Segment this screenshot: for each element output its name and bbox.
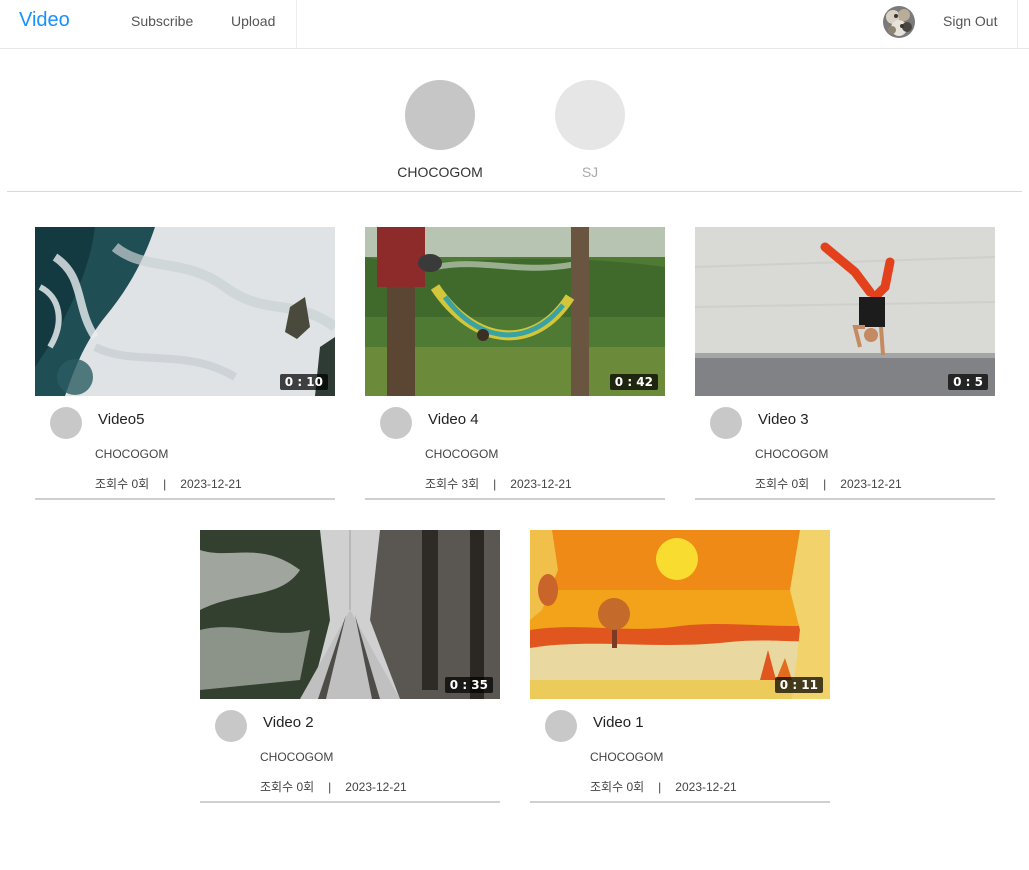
channel-avatar[interactable] xyxy=(50,407,82,439)
stats-separator: | xyxy=(493,477,497,491)
video-stats: 조회수 0회 | 2023-12-21 xyxy=(590,778,737,795)
channel-avatar[interactable] xyxy=(215,710,247,742)
video-title[interactable]: Video 3 xyxy=(758,411,809,428)
video-thumbnail[interactable]: 0 : 10 xyxy=(35,227,335,396)
autumn-sun-thumbnail xyxy=(530,530,830,699)
nav-divider xyxy=(296,0,297,48)
video-title[interactable]: Video5 xyxy=(98,411,144,428)
channel-avatar xyxy=(405,80,475,150)
video-channel: CHOCOGOM xyxy=(95,447,169,461)
channel-chocogom[interactable]: CHOCOGOM xyxy=(390,80,490,180)
upload-date: 2023-12-21 xyxy=(180,477,242,491)
stats-separator: | xyxy=(163,477,167,491)
sign-out-link[interactable]: Sign Out xyxy=(943,13,997,29)
stats-separator: | xyxy=(328,780,332,794)
channel-avatar[interactable] xyxy=(545,710,577,742)
video-card: 0 : 10 Video5 CHOCOGOM 조회수 0회 | 2023-12-21 xyxy=(35,227,335,500)
video-thumbnail[interactable]: 0 : 11 xyxy=(530,530,830,699)
video-title[interactable]: Video 4 xyxy=(428,411,479,428)
video-duration: 0 : 5 xyxy=(948,374,988,390)
video-stats: 조회수 0회 | 2023-12-21 xyxy=(260,778,407,795)
video-stats: 조회수 0회 | 2023-12-21 xyxy=(755,475,902,492)
section-divider xyxy=(7,191,1022,192)
top-navbar: Video Subscribe Upload Sign Out xyxy=(0,0,1029,49)
video-card: 0 : 42 Video 4 CHOCOGOM 조회수 3회 | 2023-12-2… xyxy=(365,227,665,500)
video-thumbnail[interactable]: 0 : 5 xyxy=(695,227,995,396)
view-count: 조회수 3회 xyxy=(425,477,480,491)
channel-name: CHOCOGOM xyxy=(397,164,483,180)
logo-link[interactable]: Video xyxy=(19,9,70,32)
stats-separator: | xyxy=(823,477,827,491)
video-channel: CHOCOGOM xyxy=(425,447,499,461)
channel-name: SJ xyxy=(581,164,599,180)
hammock-thumbnail xyxy=(365,227,665,396)
view-count: 조회수 0회 xyxy=(260,780,315,794)
video-thumbnail[interactable]: 0 : 42 xyxy=(365,227,665,396)
view-count: 조회수 0회 xyxy=(95,477,150,491)
snowy-road-thumbnail xyxy=(200,530,500,699)
video-title[interactable]: Video 1 xyxy=(593,714,644,731)
view-count: 조회수 0회 xyxy=(755,477,810,491)
channel-avatar[interactable] xyxy=(710,407,742,439)
nav-subscribe[interactable]: Subscribe xyxy=(131,13,193,29)
channel-avatar xyxy=(555,80,625,150)
video-thumbnail[interactable]: 0 : 35 xyxy=(200,530,500,699)
view-count: 조회수 0회 xyxy=(590,780,645,794)
video-card: 0 : 35 Video 2 CHOCOGOM 조회수 0회 | 2023-12-2… xyxy=(200,530,500,803)
video-duration: 0 : 42 xyxy=(609,374,658,390)
upload-date: 2023-12-21 xyxy=(345,780,407,794)
video-duration: 0 : 10 xyxy=(279,374,328,390)
video-channel: CHOCOGOM xyxy=(755,447,829,461)
video-channel: CHOCOGOM xyxy=(590,750,664,764)
video-card: 0 : 11 Video 1 CHOCOGOM 조회수 0회 | 2023-12-2… xyxy=(530,530,830,803)
video-duration: 0 : 11 xyxy=(774,677,823,693)
upload-date: 2023-12-21 xyxy=(675,780,737,794)
video-title[interactable]: Video 2 xyxy=(263,714,314,731)
video-card: 0 : 5 Video 3 CHOCOGOM 조회수 0회 | 2023-12-21 xyxy=(695,227,995,500)
user-avatar[interactable] xyxy=(883,6,915,38)
handstand-thumbnail xyxy=(695,227,995,396)
video-stats: 조회수 3회 | 2023-12-21 xyxy=(425,475,572,492)
waves-thumbnail xyxy=(35,227,335,396)
video-stats: 조회수 0회 | 2023-12-21 xyxy=(95,475,242,492)
channel-avatar[interactable] xyxy=(380,407,412,439)
stats-separator: | xyxy=(658,780,662,794)
video-channel: CHOCOGOM xyxy=(260,750,334,764)
upload-date: 2023-12-21 xyxy=(510,477,572,491)
video-duration: 0 : 35 xyxy=(444,677,493,693)
nav-upload[interactable]: Upload xyxy=(231,13,275,29)
nav-divider xyxy=(1017,0,1018,48)
channel-sj[interactable]: SJ xyxy=(540,80,640,180)
upload-date: 2023-12-21 xyxy=(840,477,902,491)
